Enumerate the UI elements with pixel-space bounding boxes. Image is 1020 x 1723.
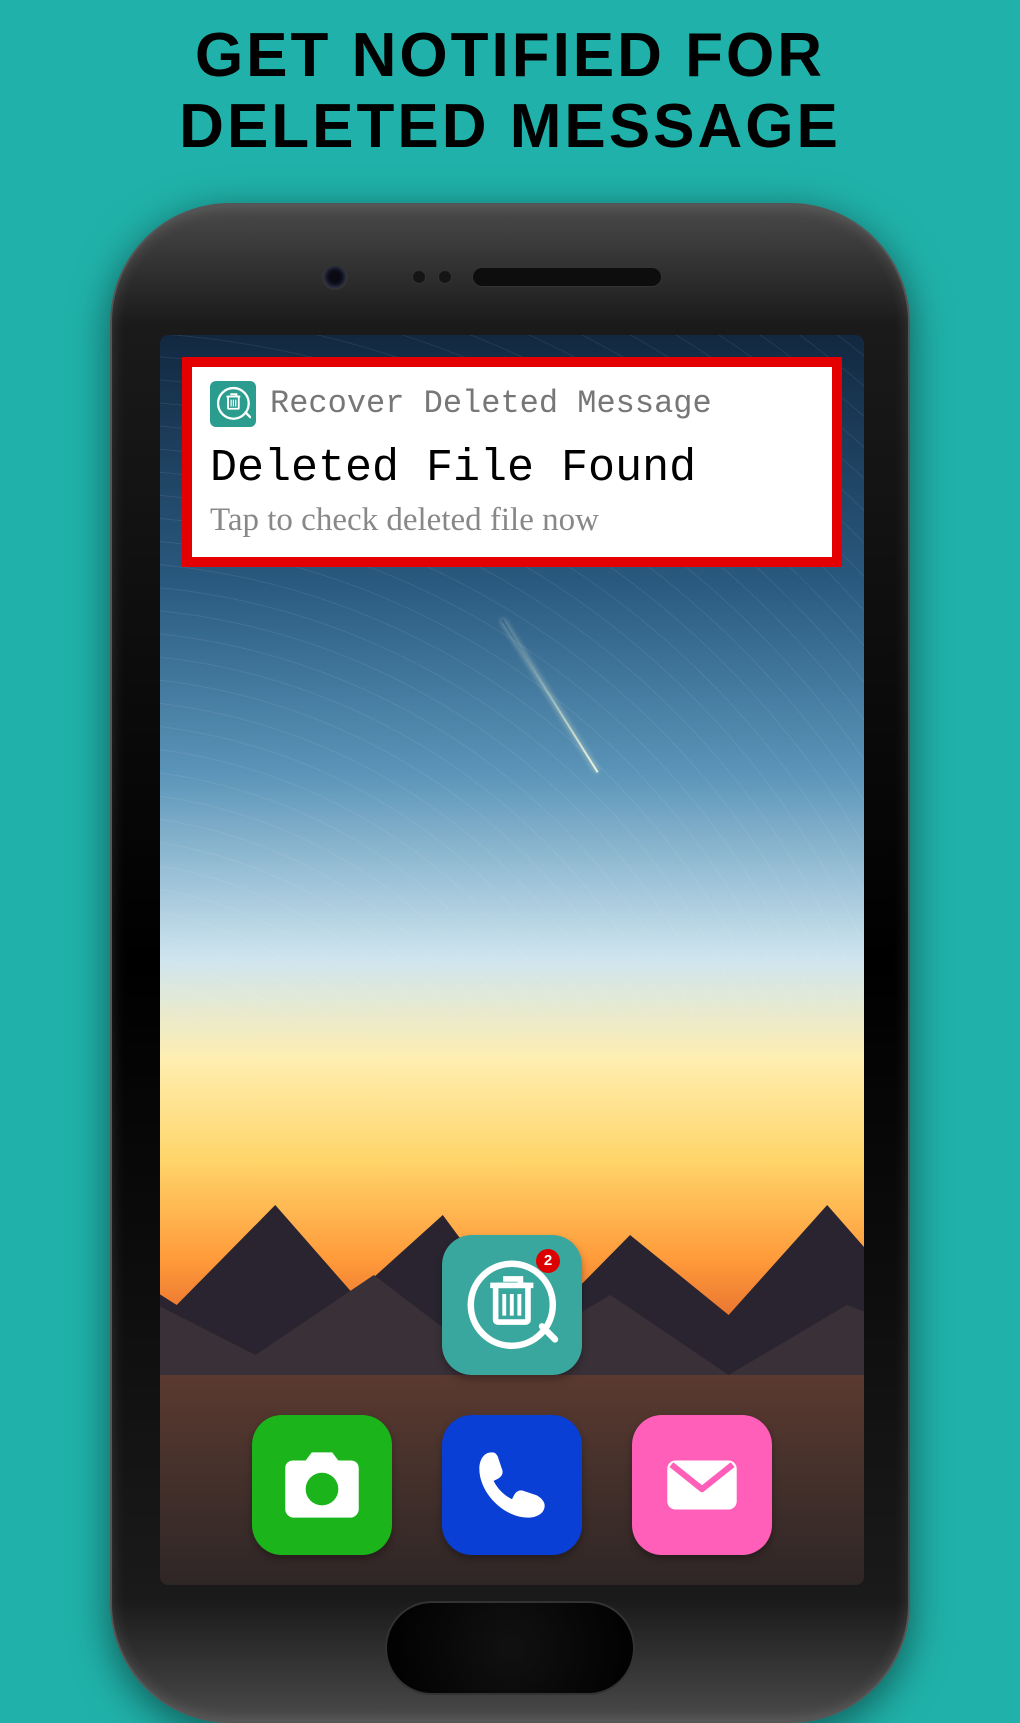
phone-top-hardware [112, 247, 908, 307]
headline-line-1: GET NOTIFIED FOR [0, 20, 1020, 91]
sensors [412, 270, 452, 284]
recover-app-badge: 2 [536, 1249, 560, 1273]
home-button[interactable] [385, 1601, 635, 1695]
notification-app-icon [210, 381, 256, 427]
notification-subtitle: Tap to check deleted file now [210, 502, 814, 539]
camera-app-icon[interactable] [252, 1415, 392, 1555]
front-camera [322, 264, 348, 290]
home-screen-apps: 2 [160, 1235, 864, 1555]
notification-title: Deleted File Found [210, 443, 814, 494]
headline-line-2: DELETED MESSAGE [0, 91, 1020, 162]
sensor-dot [438, 270, 452, 284]
notification-card[interactable]: Recover Deleted Message Deleted File Fou… [182, 357, 842, 567]
notification-app-name: Recover Deleted Message [270, 385, 712, 422]
recover-app-icon[interactable]: 2 [442, 1235, 582, 1375]
promo-headline: GET NOTIFIED FOR DELETED MESSAGE [0, 0, 1020, 163]
dock [252, 1415, 772, 1555]
earpiece-speaker [472, 267, 662, 287]
phone-app-icon[interactable] [442, 1415, 582, 1555]
phone-body: Recover Deleted Message Deleted File Fou… [110, 203, 910, 1723]
phone-screen[interactable]: Recover Deleted Message Deleted File Fou… [160, 335, 864, 1585]
notification-header: Recover Deleted Message [210, 381, 814, 427]
sensor-dot [412, 270, 426, 284]
phone-mockup: Recover Deleted Message Deleted File Fou… [110, 203, 910, 1723]
mail-app-icon[interactable] [632, 1415, 772, 1555]
